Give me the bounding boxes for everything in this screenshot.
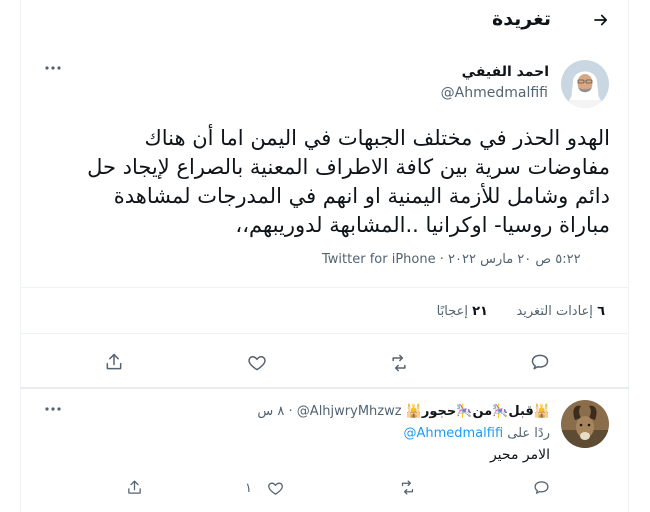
reply-header: ٨ س · @AlhjwryMhzwz 🕌قبل🎠من🎠حجور🕌 xyxy=(257,404,550,419)
divider xyxy=(20,387,629,389)
reply-like-icon[interactable] xyxy=(267,480,284,497)
likes-label: إعجابًا xyxy=(436,304,468,319)
reply-more-icon[interactable] xyxy=(44,405,62,413)
reply-reply-icon[interactable] xyxy=(533,479,550,496)
replying-prefix: ردًا على xyxy=(507,426,550,441)
divider xyxy=(20,287,629,288)
replying-to-handle[interactable]: @Ahmedmalfifi xyxy=(403,426,503,441)
back-arrow-icon[interactable] xyxy=(592,11,610,29)
reply-icon[interactable] xyxy=(530,352,550,372)
tweet-meta: Twitter for iPhone · ٢٠ مارس ٢٠٢٢ ٥:٢٢ ص xyxy=(322,252,581,267)
tweet-date[interactable]: ٢٠ مارس ٢٠٢٢ xyxy=(448,252,531,267)
meta-separator: · xyxy=(439,252,444,267)
tweet-source[interactable]: Twitter for iPhone xyxy=(322,252,436,267)
reply-author-handle[interactable]: @AlhjwryMhzwz xyxy=(297,404,402,419)
reply-retweet-icon[interactable] xyxy=(399,479,416,496)
retweets-label: إعادات التغريد xyxy=(516,304,593,319)
reply-like-count: ١ xyxy=(245,481,252,496)
share-icon[interactable] xyxy=(104,352,124,372)
replying-to: ردًا على @Ahmedmalfifi xyxy=(403,426,550,441)
divider xyxy=(20,333,629,334)
reply-avatar[interactable] xyxy=(561,400,609,448)
reply-author-name[interactable]: 🕌قبل🎠من🎠حجور🕌 xyxy=(406,404,550,419)
reply-text: الامر محير xyxy=(489,447,550,463)
reply-share-icon[interactable] xyxy=(126,479,143,496)
reply-like[interactable]: ١ xyxy=(245,478,284,497)
likes-count: ٢١ xyxy=(472,304,488,319)
reply-separator: · xyxy=(288,404,293,419)
retweet-icon[interactable] xyxy=(389,353,409,373)
author-avatar[interactable] xyxy=(561,60,609,108)
reply-time[interactable]: ٨ س xyxy=(257,404,284,419)
tweet-time[interactable]: ٥:٢٢ ص xyxy=(535,252,580,267)
likes-stat[interactable]: ٢١ إعجابًا xyxy=(437,304,488,319)
author-name[interactable]: احمد الفيفي xyxy=(462,64,549,80)
page-title: تغريدة xyxy=(491,8,551,30)
retweets-stat[interactable]: ٦ إعادات التغريد xyxy=(516,304,605,319)
like-icon[interactable] xyxy=(247,353,267,373)
author-handle[interactable]: @Ahmedmalfifi xyxy=(441,85,548,101)
retweets-count: ٦ xyxy=(597,304,605,319)
tweet-more-icon[interactable] xyxy=(44,64,62,72)
tweet-text: الهدو الحذر في مختلف الجبهات في اليمن ام… xyxy=(87,126,610,237)
